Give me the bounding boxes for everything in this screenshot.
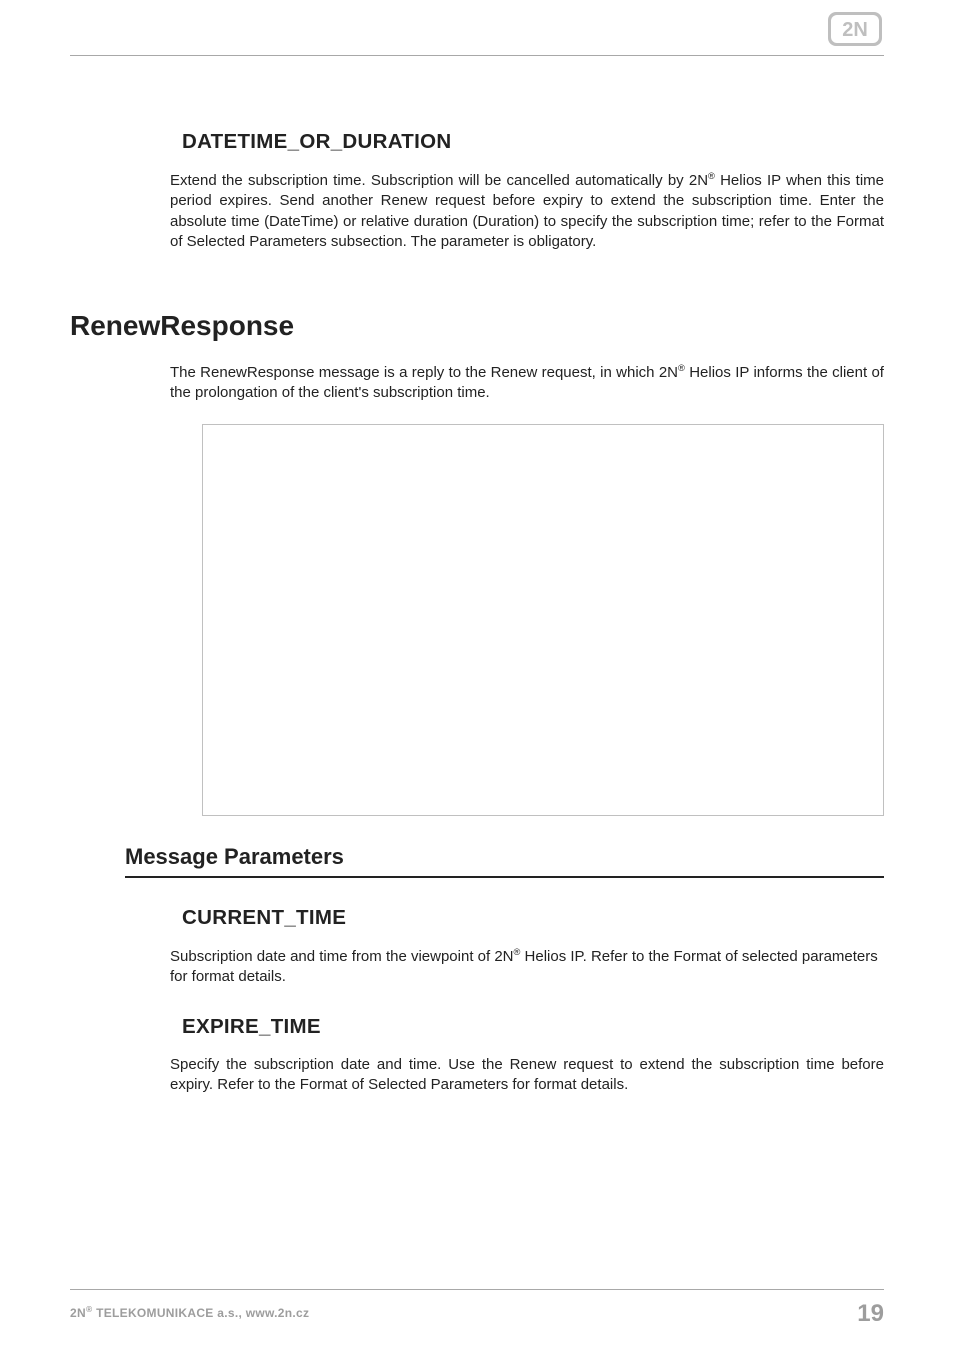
text-span: TELEKOMUNIKACE a.s., www.2n.cz [92,1306,309,1320]
text-span: 2N [70,1306,86,1320]
registered-mark: ® [708,171,715,181]
text-span: Subscription date and time from the view… [170,948,514,965]
heading-current-time: CURRENT_TIME [182,906,884,930]
registered-mark: ® [678,363,685,373]
heading-message-parameters: Message Parameters [125,844,884,878]
text-span: Extend the subscription time. Subscripti… [170,172,708,189]
footer-divider [70,1289,884,1290]
text-span: The RenewResponse message is a reply to … [170,364,678,381]
footer-company: 2N® TELEKOMUNIKACE a.s., www.2n.cz [70,1304,309,1320]
brand-logo: 2N [828,12,882,46]
paragraph-expire-time: Specify the subscription date and time. … [170,1055,884,1096]
svg-text:2N: 2N [842,19,868,41]
heading-expire-time: EXPIRE_TIME [182,1015,884,1039]
heading-renewresponse: RenewResponse [70,310,884,342]
paragraph-current-time: Subscription date and time from the view… [170,946,884,988]
page-number: 19 [857,1300,884,1328]
paragraph-renewresponse-intro: The RenewResponse message is a reply to … [170,362,884,404]
page-content: DATETIME_OR_DURATION Extend the subscrip… [70,130,884,1116]
document-page: 2N DATETIME_OR_DURATION Extend the subsc… [0,0,954,1350]
paragraph-datetime-or-duration: Extend the subscription time. Subscripti… [170,170,884,252]
code-placeholder-box [202,424,884,816]
header-divider [70,55,884,56]
heading-datetime-or-duration: DATETIME_OR_DURATION [182,130,884,154]
